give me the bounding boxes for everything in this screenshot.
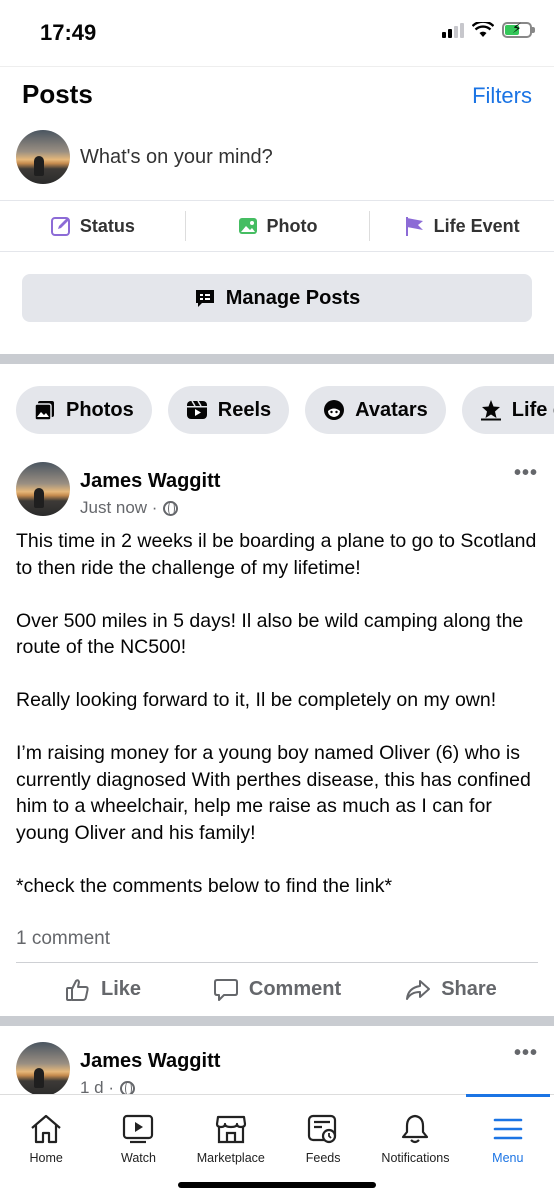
manage-posts-button[interactable]: Manage Posts — [22, 274, 532, 322]
comment-icon — [213, 978, 238, 1001]
comment-button[interactable]: Comment — [190, 963, 364, 1016]
tab-home-label: Home — [29, 1151, 63, 1165]
post-card: James Waggitt Just now · ••• This time i… — [0, 462, 554, 912]
avatar[interactable] — [16, 130, 70, 184]
tab-menu-label: Menu — [492, 1151, 524, 1165]
tab-marketplace-label: Marketplace — [196, 1151, 265, 1165]
home-indicator[interactable] — [178, 1182, 376, 1188]
edit-icon — [50, 217, 70, 236]
photo-icon — [238, 218, 257, 234]
tab-watch-label: Watch — [121, 1151, 156, 1165]
tab-marketplace[interactable]: Marketplace — [185, 1095, 277, 1167]
comment-count[interactable]: 1 comment — [16, 928, 110, 950]
status-icons: ⚡ — [442, 20, 535, 38]
post-paragraph: This time in 2 weeks il be boarding a pl… — [16, 530, 537, 579]
post-paragraph: Over 500 miles in 5 days! Il also be wil… — [16, 609, 524, 659]
post-body: This time in 2 weeks il be boarding a pl… — [16, 528, 538, 926]
filters-button[interactable]: Filters — [472, 83, 532, 109]
tab-home[interactable]: Home — [0, 1095, 92, 1167]
post-paragraph: I’m raising money for a young boy named … — [16, 742, 531, 844]
photos-icon — [34, 401, 54, 421]
cellular-signal-icon — [442, 22, 464, 38]
post-card: James Waggitt 1 d · ••• — [0, 1042, 554, 1094]
star-icon — [480, 400, 501, 421]
more-options-icon[interactable]: ••• — [514, 462, 538, 485]
bell-icon — [402, 1114, 429, 1144]
chip-reels-label: Reels — [217, 398, 272, 421]
share-button[interactable]: Share — [364, 963, 538, 1016]
reels-icon — [186, 400, 207, 419]
post-meta: Just now · — [80, 498, 179, 518]
like-button[interactable]: Like — [16, 963, 190, 1016]
section-divider — [0, 354, 554, 364]
wifi-icon — [472, 22, 494, 37]
chip-avatars-label: Avatars — [355, 398, 428, 421]
post-paragraph: Really looking forward to it, Il be comp… — [16, 689, 497, 711]
feeds-icon — [308, 1114, 337, 1144]
battery-icon: ⚡ — [502, 20, 535, 38]
life-event-button[interactable]: Life Event — [369, 201, 554, 251]
composer-placeholder[interactable]: What's on your mind? — [80, 146, 273, 169]
page-header: Posts Filters — [0, 66, 554, 126]
more-options-icon[interactable]: ••• — [514, 1042, 538, 1065]
post-type-actions: Status Photo Life Event — [0, 200, 554, 252]
post-paragraph: *check the comments below to find the li… — [16, 874, 393, 897]
life-event-label: Life Event — [433, 215, 520, 236]
post-author[interactable]: James Waggitt — [80, 1050, 220, 1073]
chip-avatars[interactable]: Avatars — [305, 386, 446, 434]
menu-icon — [493, 1118, 523, 1140]
status-button[interactable]: Status — [0, 201, 185, 251]
marketplace-icon — [215, 1115, 246, 1144]
post-composer[interactable]: What's on your mind? — [0, 128, 554, 200]
post-time: 1 d · — [80, 1078, 115, 1094]
post-meta: 1 d · — [80, 1078, 136, 1094]
section-divider — [0, 1016, 554, 1026]
tab-watch[interactable]: Watch — [92, 1095, 184, 1167]
tab-feeds[interactable]: Feeds — [277, 1095, 369, 1167]
tab-notifications[interactable]: Notifications — [369, 1095, 461, 1167]
globe-icon — [163, 500, 179, 516]
status-time: 17:49 — [40, 20, 97, 45]
message-icon — [195, 290, 214, 307]
tab-notifications-label: Notifications — [381, 1151, 450, 1165]
chip-photos-label: Photos — [66, 398, 134, 421]
tab-menu[interactable]: Menu — [462, 1094, 554, 1167]
share-icon — [406, 979, 431, 1000]
post-time: Just now · — [80, 498, 158, 517]
tab-feeds-label: Feeds — [305, 1151, 341, 1165]
globe-icon — [120, 1080, 136, 1094]
chip-photos[interactable]: Photos — [16, 386, 152, 434]
avatar-icon — [324, 400, 345, 420]
chip-life-events-label: Life events — [511, 398, 554, 421]
avatar[interactable] — [16, 462, 70, 516]
flag-icon — [405, 217, 423, 236]
home-icon — [31, 1114, 61, 1144]
profile-chips: Photos Reels Avatars Life events — [16, 386, 554, 436]
photo-button[interactable]: Photo — [184, 201, 370, 251]
photo-label: Photo — [266, 215, 318, 236]
thumbs-up-icon — [65, 978, 89, 1001]
chip-life-events[interactable]: Life events — [461, 386, 554, 434]
avatar[interactable] — [16, 1042, 70, 1094]
status-label: Status — [79, 215, 135, 236]
manage-posts-label: Manage Posts — [225, 286, 361, 309]
share-label: Share — [441, 978, 497, 1000]
comment-label: Comment — [248, 978, 342, 1000]
reaction-bar: Like Comment Share — [16, 962, 538, 1016]
bottom-tab-bar: Home Watch Marketplace Feeds Notificatio… — [0, 1094, 554, 1200]
post-author[interactable]: James Waggitt — [80, 470, 220, 493]
page-title: Posts — [22, 79, 93, 109]
status-bar: 17:49 ⚡ — [0, 0, 554, 66]
like-label: Like — [100, 978, 142, 1000]
watch-icon — [123, 1114, 154, 1144]
chip-reels[interactable]: Reels — [167, 386, 290, 434]
